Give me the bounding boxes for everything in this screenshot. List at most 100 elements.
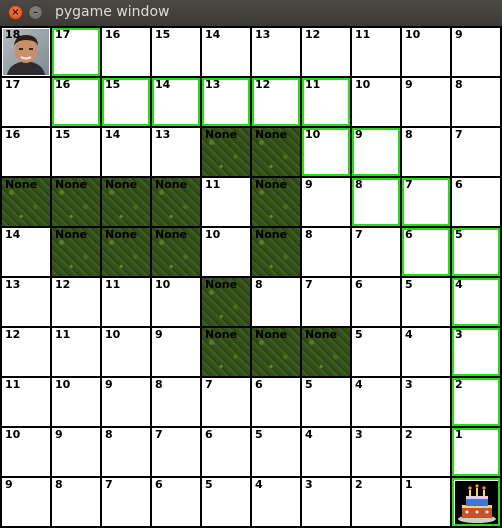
close-button[interactable]: × xyxy=(8,5,23,20)
grid-cell: 9 xyxy=(102,378,150,426)
cell-label: 9 xyxy=(355,128,363,141)
cell-label: 9 xyxy=(5,478,13,491)
grid-cell: 15 xyxy=(52,128,100,176)
cell-label: 15 xyxy=(105,78,121,91)
cell-label: 4 xyxy=(255,478,263,491)
obstacle-cell: None xyxy=(102,178,150,226)
grid-cell: 17 xyxy=(2,78,50,126)
obstacle-cell: None xyxy=(152,178,200,226)
cell-label: None xyxy=(55,228,88,241)
cell-label: 12 xyxy=(55,278,71,291)
grid-cell: 11 xyxy=(302,78,350,126)
cell-label: 16 xyxy=(55,78,71,91)
cell-label: 9 xyxy=(305,178,313,191)
cell-label: 5 xyxy=(305,378,313,391)
cell-label: None xyxy=(205,328,238,341)
goal-cell xyxy=(452,478,500,526)
cell-label: 16 xyxy=(105,28,121,41)
grid-cell: 10 xyxy=(102,328,150,376)
cell-label: 8 xyxy=(405,128,413,141)
grid-cell: 7 xyxy=(402,178,450,226)
cell-label: 11 xyxy=(5,378,21,391)
cell-label: 9 xyxy=(405,78,413,91)
cell-label: 5 xyxy=(355,328,363,341)
grid-cell: 9 xyxy=(402,78,450,126)
cell-label: None xyxy=(255,178,288,191)
grid-cell: 8 xyxy=(302,228,350,276)
cell-label: None xyxy=(155,228,188,241)
grid-cell: 3 xyxy=(402,378,450,426)
grid-cell: 10 xyxy=(352,78,400,126)
cell-label: 3 xyxy=(455,328,463,341)
minimize-button[interactable]: – xyxy=(28,5,43,20)
cell-label: 8 xyxy=(155,378,163,391)
cell-label: None xyxy=(205,128,238,141)
grid-cell: 6 xyxy=(402,228,450,276)
grid-cell: 3 xyxy=(302,478,350,526)
grid-cell: 13 xyxy=(2,278,50,326)
grid-cell: 15 xyxy=(152,28,200,76)
obstacle-cell: None xyxy=(52,228,100,276)
grid-cell: 9 xyxy=(152,328,200,376)
grid-cell: 18 xyxy=(2,28,50,76)
grid-cell: 16 xyxy=(52,78,100,126)
cell-label: 4 xyxy=(305,428,313,441)
grid-cell: 9 xyxy=(352,128,400,176)
cell-label: 3 xyxy=(355,428,363,441)
cell-label: 2 xyxy=(355,478,363,491)
cell-label: None xyxy=(205,278,238,291)
grid-cell: 10 xyxy=(2,428,50,476)
cell-label: 10 xyxy=(105,328,121,341)
cell-label: None xyxy=(55,178,88,191)
grid-cell: 5 xyxy=(202,478,250,526)
obstacle-cell: None xyxy=(252,178,300,226)
cell-label: 7 xyxy=(405,178,413,191)
cell-label: 8 xyxy=(255,278,263,291)
obstacle-cell: None xyxy=(102,228,150,276)
grid-cell: 6 xyxy=(352,278,400,326)
cell-label: 6 xyxy=(155,478,163,491)
cell-label: 11 xyxy=(105,278,121,291)
cell-label: 8 xyxy=(355,178,363,191)
grid-cell: 9 xyxy=(302,178,350,226)
cell-label: 11 xyxy=(55,328,71,341)
cell-label: 7 xyxy=(455,128,463,141)
grid-cell: 5 xyxy=(402,278,450,326)
birthday-cake-icon xyxy=(455,481,498,524)
grid-cell: 8 xyxy=(402,128,450,176)
grid-cell: 5 xyxy=(352,328,400,376)
grid-cell: 14 xyxy=(152,78,200,126)
grid-cell: 2 xyxy=(352,478,400,526)
grid-cell: 10 xyxy=(152,278,200,326)
grid-cell: 16 xyxy=(102,28,150,76)
cell-label: 6 xyxy=(355,278,363,291)
cell-label: 14 xyxy=(5,228,21,241)
cell-label: None xyxy=(255,328,288,341)
cell-label: 14 xyxy=(105,128,121,141)
cell-label: 1 xyxy=(455,428,463,441)
cell-label: 8 xyxy=(455,78,463,91)
grid-cell: 10 xyxy=(202,228,250,276)
title-bar: × – pygame window xyxy=(0,0,502,26)
grid-cell: 3 xyxy=(452,328,500,376)
obstacle-cell: None xyxy=(252,328,300,376)
cell-label: 6 xyxy=(455,178,463,191)
grid-cell: 1 xyxy=(402,478,450,526)
grid-cell: 8 xyxy=(452,78,500,126)
grid-cell: 6 xyxy=(152,478,200,526)
grid-cell: 12 xyxy=(252,78,300,126)
grid-cell: 10 xyxy=(402,28,450,76)
obstacle-cell: None xyxy=(202,128,250,176)
grid-cell: 14 xyxy=(102,128,150,176)
cell-label: 9 xyxy=(155,328,163,341)
grid-cell: 12 xyxy=(302,28,350,76)
cell-label: 5 xyxy=(205,478,213,491)
grid-cell: 10 xyxy=(302,128,350,176)
grid-cell: 8 xyxy=(252,278,300,326)
cell-label: 11 xyxy=(205,178,221,191)
cell-label: 9 xyxy=(55,428,63,441)
grid-cell: 12 xyxy=(2,328,50,376)
cell-label: 10 xyxy=(155,278,171,291)
cell-label: 7 xyxy=(305,278,313,291)
cell-label: 4 xyxy=(355,378,363,391)
